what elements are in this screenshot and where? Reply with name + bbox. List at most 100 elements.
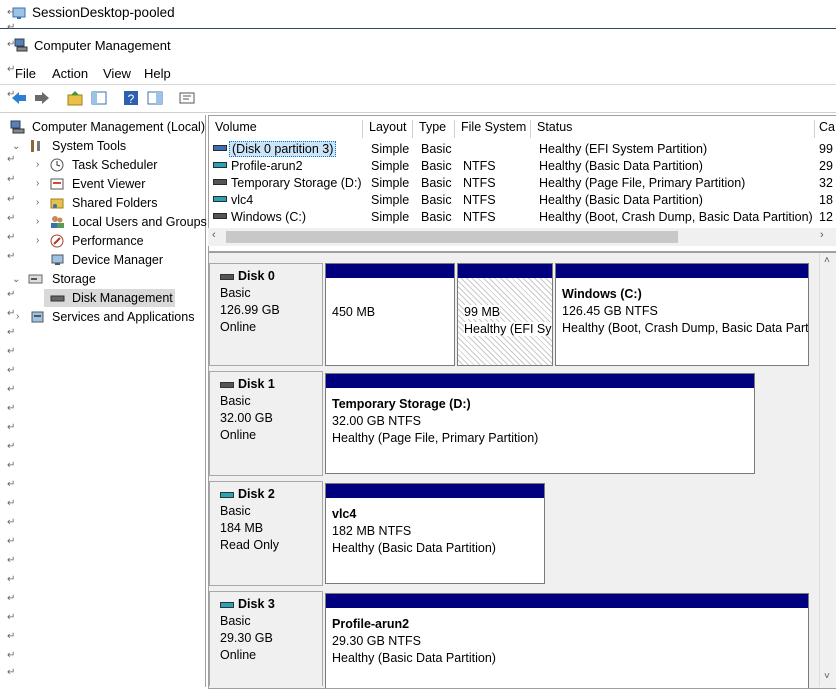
- return-mark-icon: ↵: [7, 64, 16, 75]
- disk-icon: [220, 601, 234, 608]
- clock-icon: [50, 158, 64, 172]
- tree-item-task-scheduler[interactable]: › Task Scheduler: [10, 158, 205, 174]
- tree-item-label: Storage: [52, 272, 96, 286]
- menu-file[interactable]: File: [15, 66, 36, 81]
- volume-type: Basic: [421, 176, 452, 190]
- chevron-down-icon[interactable]: ⌄: [12, 274, 20, 285]
- app-title-bar: Computer Management: [0, 30, 836, 58]
- partition-band: [326, 374, 754, 388]
- volume-icon: [213, 162, 227, 168]
- help-icon[interactable]: ?: [122, 89, 140, 107]
- users-icon: [51, 216, 64, 228]
- tree-item-disk-management[interactable]: Disk Management: [44, 289, 175, 307]
- properties-icon[interactable]: [178, 89, 196, 107]
- storage-icon: [28, 274, 43, 284]
- tree-item-performance[interactable]: › Performance: [10, 234, 205, 250]
- disk-2-info[interactable]: Disk 2 Basic 184 MB Read Only: [209, 481, 323, 586]
- volume-name: vlc4: [231, 193, 254, 207]
- forward-arrow-icon[interactable]: [33, 89, 51, 107]
- scroll-right-icon[interactable]: ›: [820, 229, 824, 241]
- partition-disk0-windows[interactable]: Windows (C:) 126.45 GB NTFS Healthy (Boo…: [555, 263, 809, 366]
- disk-name: Disk 0: [238, 269, 275, 283]
- volume-status: Healthy (Basic Data Partition): [539, 159, 703, 173]
- disk-type: Basic: [220, 394, 251, 408]
- partition-band: [556, 264, 808, 278]
- volume-icon: [213, 213, 227, 219]
- show-hide-tree-icon[interactable]: [90, 89, 108, 107]
- disk-name: Disk 3: [238, 597, 275, 611]
- partition-band: [326, 594, 808, 608]
- column-header-status[interactable]: Status: [531, 120, 815, 138]
- column-header-volume[interactable]: Volume: [209, 120, 363, 138]
- shared-folder-icon: [50, 198, 64, 209]
- partition-disk1-temporary[interactable]: Temporary Storage (D:) 32.00 GB NTFS Hea…: [325, 373, 755, 474]
- disk-size: 29.30 GB: [220, 631, 273, 645]
- disk-1-info[interactable]: Disk 1 Basic 32.00 GB Online: [209, 371, 323, 476]
- up-folder-icon[interactable]: [66, 89, 84, 107]
- chevron-right-icon[interactable]: ›: [36, 197, 39, 208]
- scroll-left-icon[interactable]: ‹: [212, 229, 216, 241]
- disk-3-info[interactable]: Disk 3 Basic 29.30 GB Online: [209, 591, 323, 686]
- action-pane-icon[interactable]: [146, 89, 164, 107]
- partition-disk0-efi[interactable]: 99 MB Healthy (EFI Sy: [457, 263, 553, 366]
- table-row[interactable]: Windows (C:) Simple Basic NTFS Healthy (…: [209, 208, 836, 225]
- svg-text:?: ?: [128, 92, 135, 106]
- return-mark-icon: ↵: [7, 7, 16, 18]
- volume-capacity: 18: [819, 193, 833, 207]
- menu-view[interactable]: View: [103, 66, 131, 81]
- chevron-down-icon[interactable]: ⌄: [12, 141, 20, 152]
- performance-icon: [50, 234, 64, 248]
- chevron-right-icon[interactable]: ›: [36, 178, 39, 189]
- partition-disk0-recovery[interactable]: 450 MB: [325, 263, 455, 366]
- tree-item-label: System Tools: [52, 139, 127, 153]
- menu-help[interactable]: Help: [144, 66, 171, 81]
- chevron-right-icon[interactable]: ›: [16, 311, 19, 322]
- disk-state: Online: [220, 320, 257, 334]
- volume-status: Healthy (Boot, Crash Dump, Basic Data Pa…: [539, 210, 813, 224]
- table-row[interactable]: vlc4 Simple Basic NTFS Healthy (Basic Da…: [209, 191, 836, 208]
- partition-band: [458, 264, 552, 278]
- volume-type: Basic: [421, 193, 452, 207]
- horizontal-scrollbar[interactable]: ‹ ›: [208, 228, 836, 246]
- vertical-scrollbar[interactable]: ˄ ˅: [819, 253, 836, 687]
- column-header-capacity[interactable]: Ca: [815, 120, 836, 138]
- column-header-file-system[interactable]: File System: [455, 120, 531, 138]
- disk-size: 32.00 GB: [220, 411, 273, 425]
- disk-icon: [220, 381, 234, 388]
- chevron-right-icon[interactable]: ›: [36, 235, 39, 246]
- tree-item-label: Services and Applications: [52, 310, 195, 324]
- partition-size: 99 MB: [464, 305, 501, 319]
- table-row[interactable]: (Disk 0 partition 3) Simple Basic Health…: [209, 140, 836, 157]
- partition-disk2-vlc4[interactable]: vlc4 182 MB NTFS Healthy (Basic Data Par…: [325, 483, 545, 584]
- tree-item-device-manager[interactable]: Device Manager: [10, 253, 205, 269]
- tree-item-storage[interactable]: ⌄ Storage: [10, 272, 205, 288]
- table-row[interactable]: Profile-arun2 Simple Basic NTFS Healthy …: [209, 157, 836, 174]
- partition-status: Healthy (Page File, Primary Partition): [332, 431, 539, 445]
- tree-item-local-users[interactable]: › Local Users and Groups: [10, 215, 207, 231]
- column-header-type[interactable]: Type: [413, 120, 455, 138]
- tree-item-shared-folders[interactable]: › Shared Folders: [10, 196, 205, 212]
- scrollbar-thumb[interactable]: [226, 231, 678, 243]
- partition-status: Healthy (Basic Data Partition): [332, 541, 496, 555]
- disk-type: Basic: [220, 504, 251, 518]
- tree-item-computer-management[interactable]: Computer Management (Local): [10, 120, 205, 136]
- menu-action[interactable]: Action: [52, 66, 88, 81]
- tree-item-label: Disk Management: [72, 291, 173, 305]
- device-manager-icon: [51, 254, 64, 265]
- partition-size: 126.45 GB NTFS: [562, 304, 658, 318]
- tree-item-system-tools[interactable]: ⌄ System Tools: [10, 139, 205, 155]
- tree-item-services[interactable]: › Services and Applications: [10, 310, 205, 326]
- chevron-right-icon[interactable]: ›: [36, 216, 39, 227]
- disk-0-info[interactable]: Disk 0 Basic 126.99 GB Online: [209, 263, 323, 366]
- scroll-up-icon[interactable]: ˄: [824, 255, 830, 266]
- column-header-layout[interactable]: Layout: [363, 120, 413, 138]
- partition-name: Windows (C:): [562, 287, 642, 301]
- chevron-right-icon[interactable]: ›: [36, 159, 39, 170]
- volume-fs: NTFS: [463, 159, 496, 173]
- partition-size: 32.00 GB NTFS: [332, 414, 421, 428]
- partition-disk3-profile[interactable]: Profile-arun2 29.30 GB NTFS Healthy (Bas…: [325, 593, 809, 688]
- table-row[interactable]: Temporary Storage (D:) Simple Basic NTFS…: [209, 174, 836, 191]
- tree-item-label: Event Viewer: [72, 177, 146, 191]
- scroll-down-icon[interactable]: ˅: [824, 671, 830, 682]
- tree-item-event-viewer[interactable]: › Event Viewer: [10, 177, 205, 193]
